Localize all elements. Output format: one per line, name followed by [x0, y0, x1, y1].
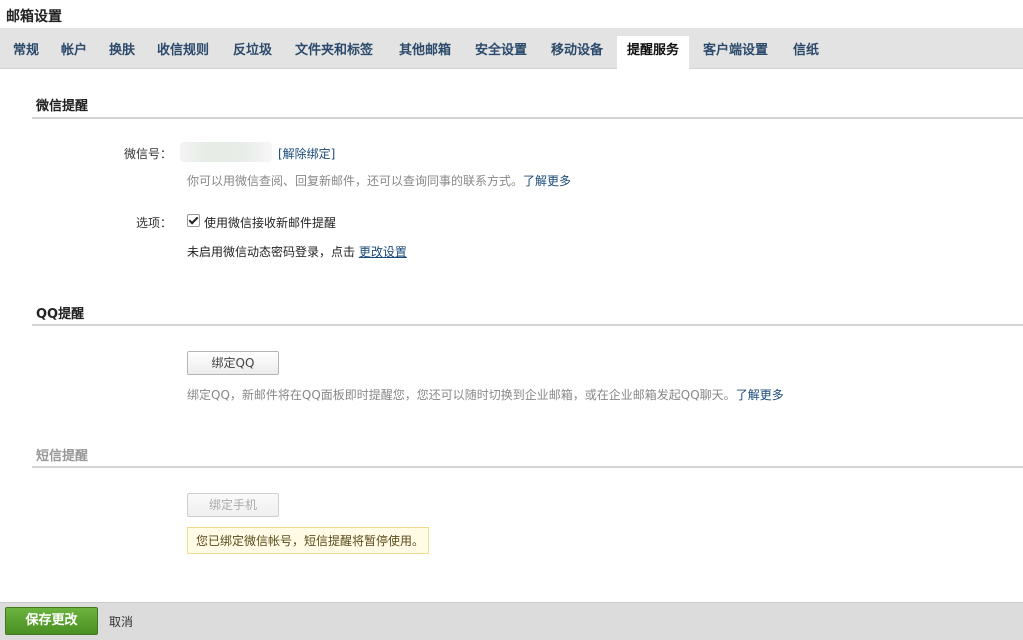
- wechat-id-label: 微信号：: [123, 147, 172, 161]
- tab-account[interactable]: 帐户: [61, 38, 87, 68]
- tab-skin[interactable]: 换肤: [109, 38, 135, 68]
- tab-stationery[interactable]: 信纸: [793, 38, 819, 68]
- section-divider: [32, 466, 1023, 468]
- dynamic-password-note: 未启用微信动态密码登录，点击 更改设置: [187, 245, 407, 259]
- qq-hint: 绑定QQ，新邮件将在QQ面板即时提醒您，您还可以随时切换到企业邮箱，或在企业邮箱…: [187, 388, 784, 402]
- wechat-learn-more-link[interactable]: 了解更多: [523, 174, 571, 188]
- bind-phone-button: 绑定手机: [187, 493, 279, 517]
- qq-section-title: QQ提醒: [36, 307, 85, 322]
- options-label: 选项：: [135, 216, 172, 230]
- qq-learn-more-link[interactable]: 了解更多: [736, 388, 784, 402]
- wechat-id-value: [180, 142, 272, 162]
- tab-client-settings[interactable]: 客户端设置: [703, 38, 768, 68]
- wechat-section-title: 微信提醒: [36, 99, 89, 114]
- tab-general[interactable]: 常规: [13, 38, 39, 68]
- tab-reminder-service[interactable]: 提醒服务: [617, 36, 690, 69]
- tab-mail-rules[interactable]: 收信规则: [157, 38, 209, 68]
- unbind-link[interactable]: [解除绑定]: [278, 145, 335, 162]
- tab-mobile-devices[interactable]: 移动设备: [551, 38, 603, 68]
- tab-security[interactable]: 安全设置: [475, 38, 527, 68]
- page-title: 邮箱设置: [6, 9, 62, 25]
- tab-other-mailboxes[interactable]: 其他邮箱: [399, 38, 451, 68]
- footer-bar: 保存更改 取消: [0, 602, 1023, 640]
- bind-qq-button[interactable]: 绑定QQ: [187, 351, 279, 375]
- wechat-notify-checkbox[interactable]: [187, 214, 200, 227]
- tab-folders-labels[interactable]: 文件夹和标签: [295, 38, 373, 68]
- tab-anti-spam[interactable]: 反垃圾: [233, 38, 272, 68]
- sms-paused-notice: 您已绑定微信帐号，短信提醒将暂停使用。: [187, 527, 429, 554]
- section-divider: [32, 117, 1023, 119]
- wechat-hint: 你可以用微信查阅、回复新邮件，还可以查询同事的联系方式。了解更多: [187, 174, 572, 188]
- section-divider: [32, 324, 1023, 326]
- settings-tabbar: 常规 帐户 换肤 收信规则 反垃圾 文件夹和标签 其他邮箱 安全设置 移动设备 …: [0, 28, 1023, 69]
- change-settings-link[interactable]: 更改设置: [359, 245, 407, 259]
- cancel-link[interactable]: 取消: [109, 613, 133, 630]
- sms-section-title: 短信提醒: [36, 449, 89, 464]
- save-changes-button[interactable]: 保存更改: [5, 607, 98, 635]
- wechat-notify-checkbox-label: 使用微信接收新邮件提醒: [204, 216, 337, 230]
